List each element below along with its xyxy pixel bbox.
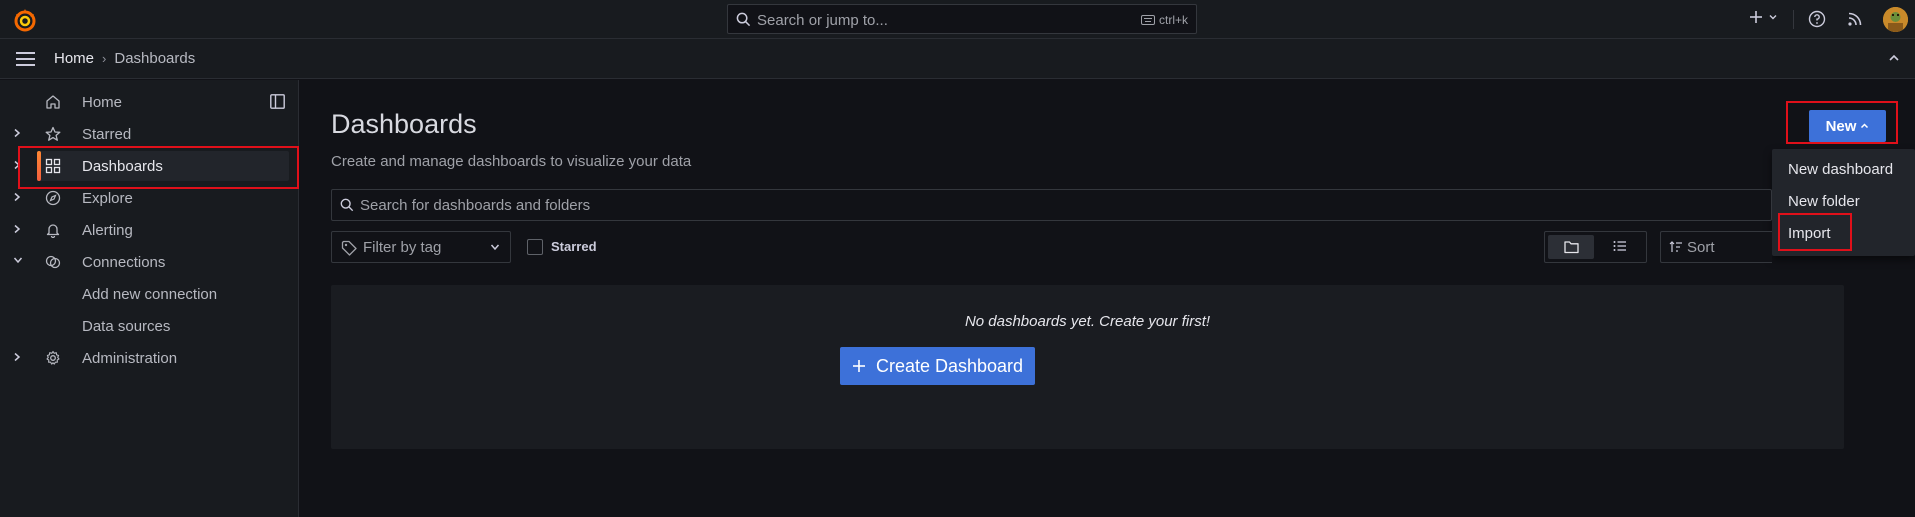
main-content: Dashboards Create and manage dashboards … bbox=[300, 80, 1915, 517]
global-search-input[interactable]: Search or jump to... ctrl+k bbox=[727, 4, 1197, 34]
chevron-up-icon bbox=[1860, 122, 1869, 130]
sidebar-item-label: Starred bbox=[82, 126, 132, 143]
dashboard-search-placeholder: Search for dashboards and folders bbox=[360, 197, 591, 214]
menu-item-new-folder[interactable]: New folder bbox=[1788, 193, 1860, 210]
breadcrumb-bar: Home › Dashboards bbox=[0, 39, 1915, 79]
chevron-down-icon[interactable] bbox=[13, 256, 23, 264]
cog-icon bbox=[45, 350, 61, 366]
sidebar-item-label: Home bbox=[82, 94, 123, 111]
breadcrumb-separator: › bbox=[102, 51, 107, 66]
user-avatar[interactable] bbox=[1883, 7, 1908, 32]
tag-filter-select[interactable]: Filter by tag bbox=[331, 231, 511, 263]
list-view-button[interactable] bbox=[1613, 240, 1627, 252]
breadcrumb: Home › Dashboards bbox=[54, 50, 195, 67]
tag-icon bbox=[341, 240, 357, 256]
sidebar-item-label: Alerting bbox=[82, 222, 133, 239]
new-button[interactable]: New bbox=[1809, 110, 1886, 142]
star-icon bbox=[45, 126, 61, 142]
connections-icon bbox=[45, 254, 61, 270]
chevron-down-icon bbox=[490, 243, 500, 251]
sidebar-item-connections[interactable]: Connections bbox=[0, 247, 299, 277]
sort-select[interactable]: Sort bbox=[1660, 231, 1772, 263]
chevron-right-icon[interactable] bbox=[13, 128, 21, 138]
grafana-logo-icon[interactable] bbox=[13, 8, 37, 32]
rss-icon[interactable] bbox=[1847, 11, 1863, 27]
sidebar-item-label: Connections bbox=[82, 254, 166, 271]
chevron-right-icon[interactable] bbox=[13, 224, 21, 234]
starred-checkbox-label[interactable]: Starred bbox=[551, 239, 597, 254]
search-icon bbox=[736, 12, 751, 27]
folder-view-button[interactable] bbox=[1548, 235, 1594, 259]
keyboard-icon bbox=[1140, 15, 1155, 25]
menu-item-new-dashboard[interactable]: New dashboard bbox=[1788, 161, 1893, 178]
sidebar-item-label: Explore bbox=[82, 190, 133, 207]
sidebar-item-administration[interactable]: Administration bbox=[0, 343, 299, 373]
plus-icon bbox=[1748, 9, 1764, 25]
chevron-right-icon[interactable] bbox=[13, 160, 21, 170]
create-dashboard-label: Create Dashboard bbox=[875, 355, 1024, 376]
plus-icon bbox=[852, 359, 866, 373]
sidebar-item-label: Add new connection bbox=[82, 286, 218, 303]
add-new-dropdown[interactable] bbox=[1748, 9, 1778, 25]
page-subtitle: Create and manage dashboards to visualiz… bbox=[331, 153, 692, 170]
sidebar-item-explore[interactable]: Explore bbox=[0, 183, 299, 213]
breadcrumb-current: Dashboards bbox=[114, 50, 196, 67]
keyboard-shortcut-hint: ctrl+k bbox=[1140, 13, 1188, 27]
compass-icon bbox=[45, 190, 61, 206]
starred-checkbox[interactable] bbox=[527, 239, 543, 255]
sidebar-item-add-new-connection[interactable]: Add new connection bbox=[0, 279, 299, 309]
bell-icon bbox=[45, 222, 61, 238]
breadcrumb-home[interactable]: Home bbox=[54, 50, 94, 67]
new-button-label: New bbox=[1825, 117, 1857, 135]
sidebar-item-label: Administration bbox=[82, 350, 178, 367]
search-icon bbox=[340, 198, 354, 212]
empty-state-panel: No dashboards yet. Create your first! Cr… bbox=[331, 285, 1844, 449]
top-navbar: Search or jump to... ctrl+k bbox=[0, 0, 1915, 39]
apps-icon bbox=[45, 158, 61, 174]
sidebar-item-starred[interactable]: Starred bbox=[0, 119, 299, 149]
sort-icon bbox=[1669, 241, 1683, 253]
chevron-down-icon bbox=[1768, 12, 1778, 22]
active-item-background bbox=[37, 151, 289, 181]
sort-placeholder: Sort bbox=[1687, 239, 1715, 256]
sidebar-item-dashboards[interactable]: Dashboards bbox=[0, 151, 299, 181]
topbar-divider bbox=[1793, 10, 1794, 29]
empty-state-message: No dashboards yet. Create your first! bbox=[964, 313, 1211, 330]
create-dashboard-button[interactable]: Create Dashboard bbox=[840, 347, 1035, 385]
menu-toggle-icon[interactable] bbox=[15, 51, 36, 67]
page-title: Dashboards bbox=[331, 109, 477, 139]
tag-filter-placeholder: Filter by tag bbox=[363, 239, 442, 256]
sidebar-item-label: Data sources bbox=[82, 318, 171, 335]
sidebar-item-data-sources[interactable]: Data sources bbox=[0, 311, 299, 341]
active-item-indicator bbox=[37, 151, 41, 181]
sidebar-item-label: Dashboards bbox=[82, 158, 163, 175]
new-dropdown-menu: New dashboard New folder Import bbox=[1772, 149, 1915, 256]
help-icon[interactable] bbox=[1808, 10, 1826, 28]
chevron-up-icon[interactable] bbox=[1888, 53, 1900, 63]
menu-item-import[interactable]: Import bbox=[1788, 225, 1831, 242]
chevron-right-icon[interactable] bbox=[13, 352, 21, 362]
sidebar-item-alerting[interactable]: Alerting bbox=[0, 215, 299, 245]
shortcut-text: ctrl+k bbox=[1158, 13, 1188, 27]
dashboard-search-input[interactable]: Search for dashboards and folders bbox=[331, 189, 1772, 221]
sidebar-nav: Home Starred Dashboards Explore Alerting… bbox=[0, 80, 299, 517]
home-icon bbox=[45, 94, 61, 110]
list-icon bbox=[1613, 240, 1627, 252]
sidebar-item-home[interactable]: Home bbox=[0, 87, 299, 117]
global-search-placeholder: Search or jump to... bbox=[757, 12, 888, 29]
chevron-right-icon[interactable] bbox=[13, 192, 21, 202]
view-mode-toggle bbox=[1544, 231, 1647, 263]
